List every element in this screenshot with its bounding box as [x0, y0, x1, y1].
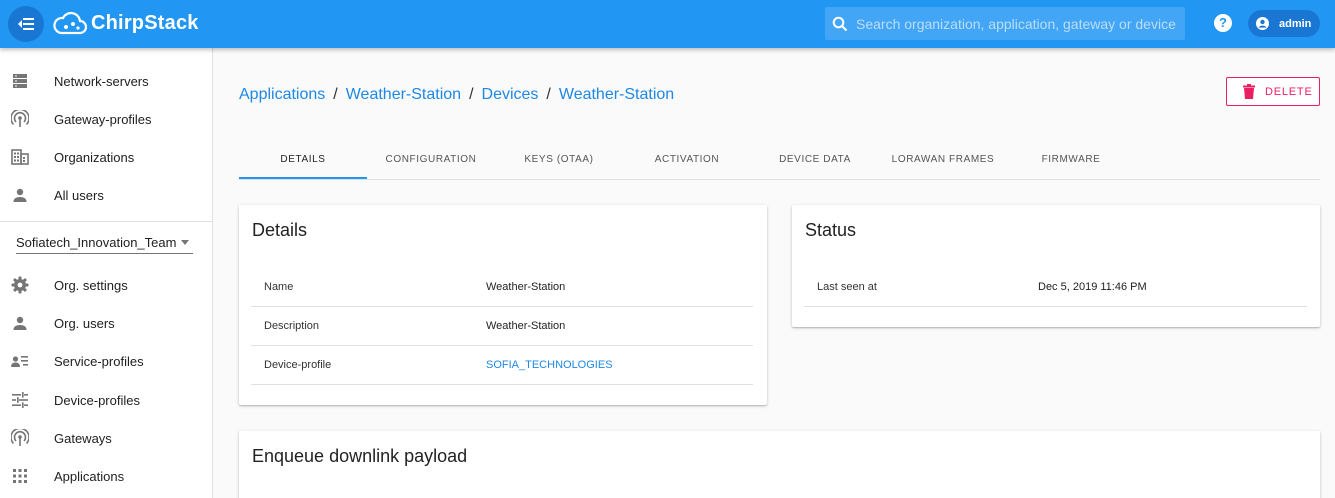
- details-card-title: Details: [252, 220, 308, 240]
- enqueue-downlink-title: Enqueue downlink payload: [252, 446, 468, 466]
- user-menu-button[interactable]: admin: [1248, 10, 1320, 37]
- tab-keys-otaa[interactable]: KEYS (OTAA): [495, 140, 623, 179]
- gear-icon: [11, 276, 29, 294]
- sidebar-item-gateways[interactable]: Gateways: [0, 419, 212, 457]
- sidebar-item-applications[interactable]: Applications: [0, 457, 212, 495]
- user-name: admin: [1279, 17, 1312, 30]
- breadcrumb-separator: /: [469, 86, 474, 103]
- sidebar-item-label: Network-servers: [54, 73, 149, 89]
- details-row-key: Description: [264, 320, 320, 332]
- sidebar-item-service-profiles[interactable]: Service-profiles: [0, 342, 212, 380]
- account-circle-icon: [1256, 17, 1269, 30]
- cloud-logo-icon: [53, 11, 87, 35]
- sidebar-divider: [0, 221, 212, 222]
- sidebar-item-org-users[interactable]: Org. users: [0, 304, 212, 342]
- enqueue-downlink-card: Enqueue downlink payload: [239, 431, 1320, 498]
- search-input[interactable]: [856, 15, 1176, 32]
- sidebar-item-all-users[interactable]: All users: [0, 176, 212, 214]
- sidebar-item-label: Device-profiles: [54, 392, 140, 408]
- sidebar-item-label: Service-profiles: [54, 353, 144, 369]
- delete-button-label: DELETE: [1265, 85, 1313, 98]
- breadcrumb-separator: /: [333, 86, 338, 103]
- account-list-icon: [11, 352, 29, 370]
- tab-bar: DETAILS CONFIGURATION KEYS (OTAA) ACTIVA…: [239, 140, 1320, 180]
- antenna-icon: [11, 110, 29, 128]
- apps-grid-icon: [11, 467, 29, 485]
- building-icon: [11, 148, 29, 166]
- organization-select[interactable]: Sofiatech_Innovation_Team: [16, 232, 193, 254]
- details-row-key: Name: [264, 281, 294, 293]
- sidebar-item-label: Org. settings: [54, 277, 128, 293]
- status-row-value: Dec 5, 2019 11:46 PM: [1038, 281, 1147, 293]
- breadcrumb-applications[interactable]: Applications: [239, 86, 325, 104]
- tab-firmware[interactable]: FIRMWARE: [1007, 140, 1135, 179]
- details-row: Description Weather-Station: [251, 307, 753, 346]
- active-tab-indicator: [239, 177, 367, 179]
- trash-icon: [1243, 84, 1255, 99]
- menu-toggle-button[interactable]: [8, 6, 44, 42]
- tab-device-data[interactable]: DEVICE DATA: [751, 140, 879, 179]
- sidebar-item-label: Org. users: [54, 315, 115, 331]
- tab-lorawan-frames[interactable]: LORAWAN FRAMES: [879, 140, 1007, 179]
- sidebar: Network-servers Gateway-profiles Organiz…: [0, 48, 213, 498]
- delete-button[interactable]: DELETE: [1226, 77, 1320, 106]
- breadcrumb-device[interactable]: Weather-Station: [559, 86, 674, 104]
- sidebar-item-label: Applications: [54, 468, 125, 484]
- status-row: Last seen at Dec 5, 2019 11:46 PM: [804, 268, 1307, 307]
- breadcrumb-devices[interactable]: Devices: [482, 86, 539, 104]
- app-logo[interactable]: ChirpStack: [53, 7, 199, 39]
- breadcrumb: Applications / Weather-Station / Devices…: [239, 86, 674, 104]
- breadcrumb-separator: /: [546, 86, 551, 103]
- sidebar-item-org-settings[interactable]: Org. settings: [0, 266, 212, 304]
- sidebar-item-organizations[interactable]: Organizations: [0, 138, 212, 176]
- details-row-value: Weather-Station: [486, 320, 566, 332]
- search-box[interactable]: [825, 7, 1185, 40]
- chevron-down-icon: [181, 240, 189, 245]
- tab-activation[interactable]: ACTIVATION: [623, 140, 751, 179]
- menu-collapse-icon: [18, 18, 34, 30]
- details-row: Name Weather-Station: [251, 268, 753, 307]
- details-card: Details Name Weather-Station Description…: [239, 205, 767, 405]
- status-card-title: Status: [805, 220, 857, 240]
- sidebar-item-label: Gateway-profiles: [54, 111, 152, 127]
- details-row: Device-profile SOFIA_TECHNOLOGIES: [251, 346, 753, 385]
- server-icon: [11, 72, 29, 90]
- tab-details[interactable]: DETAILS: [239, 140, 367, 179]
- tune-icon: [11, 391, 29, 409]
- organization-select-value: Sofiatech_Innovation_Team: [16, 235, 177, 250]
- details-row-value: Weather-Station: [486, 281, 566, 293]
- person-icon: [11, 186, 29, 204]
- breadcrumb-application[interactable]: Weather-Station: [346, 86, 461, 104]
- top-app-bar: ChirpStack ? admin: [0, 0, 1335, 48]
- sidebar-item-network-servers[interactable]: Network-servers: [0, 62, 212, 100]
- device-profile-link[interactable]: SOFIA_TECHNOLOGIES: [486, 359, 613, 371]
- antenna-icon: [11, 429, 29, 447]
- tab-configuration[interactable]: CONFIGURATION: [367, 140, 495, 179]
- help-icon[interactable]: ?: [1214, 14, 1232, 32]
- app-name: ChirpStack: [91, 11, 199, 34]
- status-card: Status Last seen at Dec 5, 2019 11:46 PM: [792, 205, 1320, 327]
- details-row-key: Device-profile: [264, 359, 332, 371]
- sidebar-item-gateway-profiles[interactable]: Gateway-profiles: [0, 100, 212, 138]
- sidebar-item-label: Gateways: [54, 430, 112, 446]
- search-icon: [832, 16, 848, 31]
- sidebar-item-label: Organizations: [54, 149, 135, 165]
- person-icon: [11, 314, 29, 332]
- sidebar-item-label: All users: [54, 187, 104, 203]
- sidebar-item-device-profiles[interactable]: Device-profiles: [0, 381, 212, 419]
- status-row-key: Last seen at: [817, 281, 877, 293]
